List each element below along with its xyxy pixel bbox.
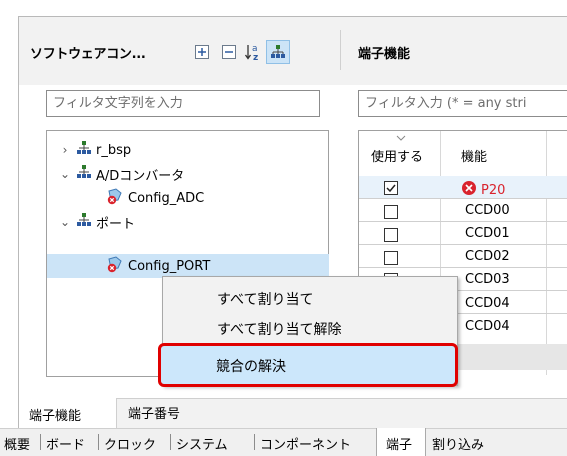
tree-item-label: Config_ADC bbox=[128, 190, 205, 206]
panel-divider bbox=[340, 30, 341, 70]
tree-item-port[interactable]: ⌄ ポート bbox=[58, 210, 135, 234]
error-icon bbox=[461, 180, 477, 200]
chevron-down-icon[interactable]: ⌄ bbox=[58, 167, 72, 181]
use-checkbox[interactable] bbox=[384, 181, 398, 195]
tab-board[interactable]: ボード bbox=[46, 434, 85, 453]
tab-interrupts[interactable]: 割り込み bbox=[432, 434, 484, 453]
config-error-icon bbox=[106, 187, 124, 209]
tree-item-label: ポート bbox=[96, 216, 136, 232]
column-separator bbox=[546, 131, 547, 375]
tree-item-config-adc[interactable]: Config_ADC bbox=[106, 186, 204, 210]
svg-text:z: z bbox=[253, 53, 258, 62]
menu-item-label: 競合の解決 bbox=[216, 359, 286, 375]
tab-overview[interactable]: 概要 bbox=[4, 434, 30, 453]
tab-pin-function[interactable]: 端子機能 bbox=[19, 398, 117, 428]
use-checkbox[interactable] bbox=[384, 251, 398, 265]
use-checkbox[interactable] bbox=[384, 205, 398, 219]
menu-item-resolve-conflicts[interactable]: 競合の解決 bbox=[158, 343, 458, 387]
tab-pins[interactable]: 端子 bbox=[386, 434, 412, 453]
function-name: P20 bbox=[481, 182, 506, 198]
tree-item-r-bsp[interactable]: › r_bsp bbox=[58, 138, 131, 162]
tree-item-label: Config_PORT bbox=[128, 258, 211, 274]
tab-components[interactable]: コンポーネント bbox=[260, 434, 351, 453]
sort-indicator-icon bbox=[369, 131, 433, 141]
function-name: CCD03 bbox=[465, 272, 510, 287]
function-name: CCD00 bbox=[465, 203, 510, 218]
pin-function-title: 端子機能 bbox=[358, 47, 411, 62]
component-filter-input[interactable]: フィルタ文字列を入力 bbox=[46, 90, 320, 117]
function-name: CCD01 bbox=[465, 226, 510, 241]
tab-clock[interactable]: クロック bbox=[104, 434, 156, 453]
expand-all-icon[interactable] bbox=[192, 42, 212, 62]
component-icon bbox=[76, 164, 92, 184]
tree-item-label: r_bsp bbox=[96, 142, 132, 158]
tree-item-label: A/Dコンバータ bbox=[96, 168, 185, 184]
tab-system[interactable]: システム bbox=[176, 434, 228, 453]
component-icon bbox=[76, 140, 92, 160]
tree-item-ad-converter[interactable]: ⌄ A/Dコンバータ bbox=[58, 162, 184, 186]
tree-item-config-port[interactable]: Config_PORT bbox=[47, 254, 329, 278]
pin-filter-input[interactable]: フィルタ入力 (* = any stri bbox=[358, 90, 567, 117]
function-name: CCD04 bbox=[465, 319, 510, 334]
function-cell: P20 bbox=[461, 180, 505, 200]
menu-item-unassign-all[interactable]: すべて割り当て解除 bbox=[217, 319, 341, 339]
component-icon bbox=[76, 212, 92, 232]
column-header-function[interactable]: 機能 bbox=[461, 146, 487, 165]
chevron-right-icon[interactable]: › bbox=[58, 143, 72, 157]
column-header-use[interactable]: 使用する bbox=[371, 146, 423, 165]
menu-item-assign-all[interactable]: すべて割り当て bbox=[217, 289, 313, 309]
chevron-down-icon[interactable]: ⌄ bbox=[58, 215, 72, 229]
config-error-icon bbox=[106, 255, 124, 277]
use-checkbox[interactable] bbox=[384, 228, 398, 242]
collapse-all-icon[interactable] bbox=[219, 42, 239, 62]
tab-label: 端子機能 bbox=[29, 409, 82, 424]
tab-pin-number[interactable]: 端子番号 bbox=[118, 398, 204, 428]
function-name: CCD04 bbox=[465, 296, 510, 311]
sort-icon[interactable]: az bbox=[244, 42, 264, 62]
tab-label: 端子番号 bbox=[128, 407, 181, 422]
hierarchy-view-icon[interactable] bbox=[266, 40, 290, 64]
software-components-title: ソフトウェアコン... bbox=[30, 47, 146, 62]
function-name: CCD02 bbox=[465, 249, 510, 264]
